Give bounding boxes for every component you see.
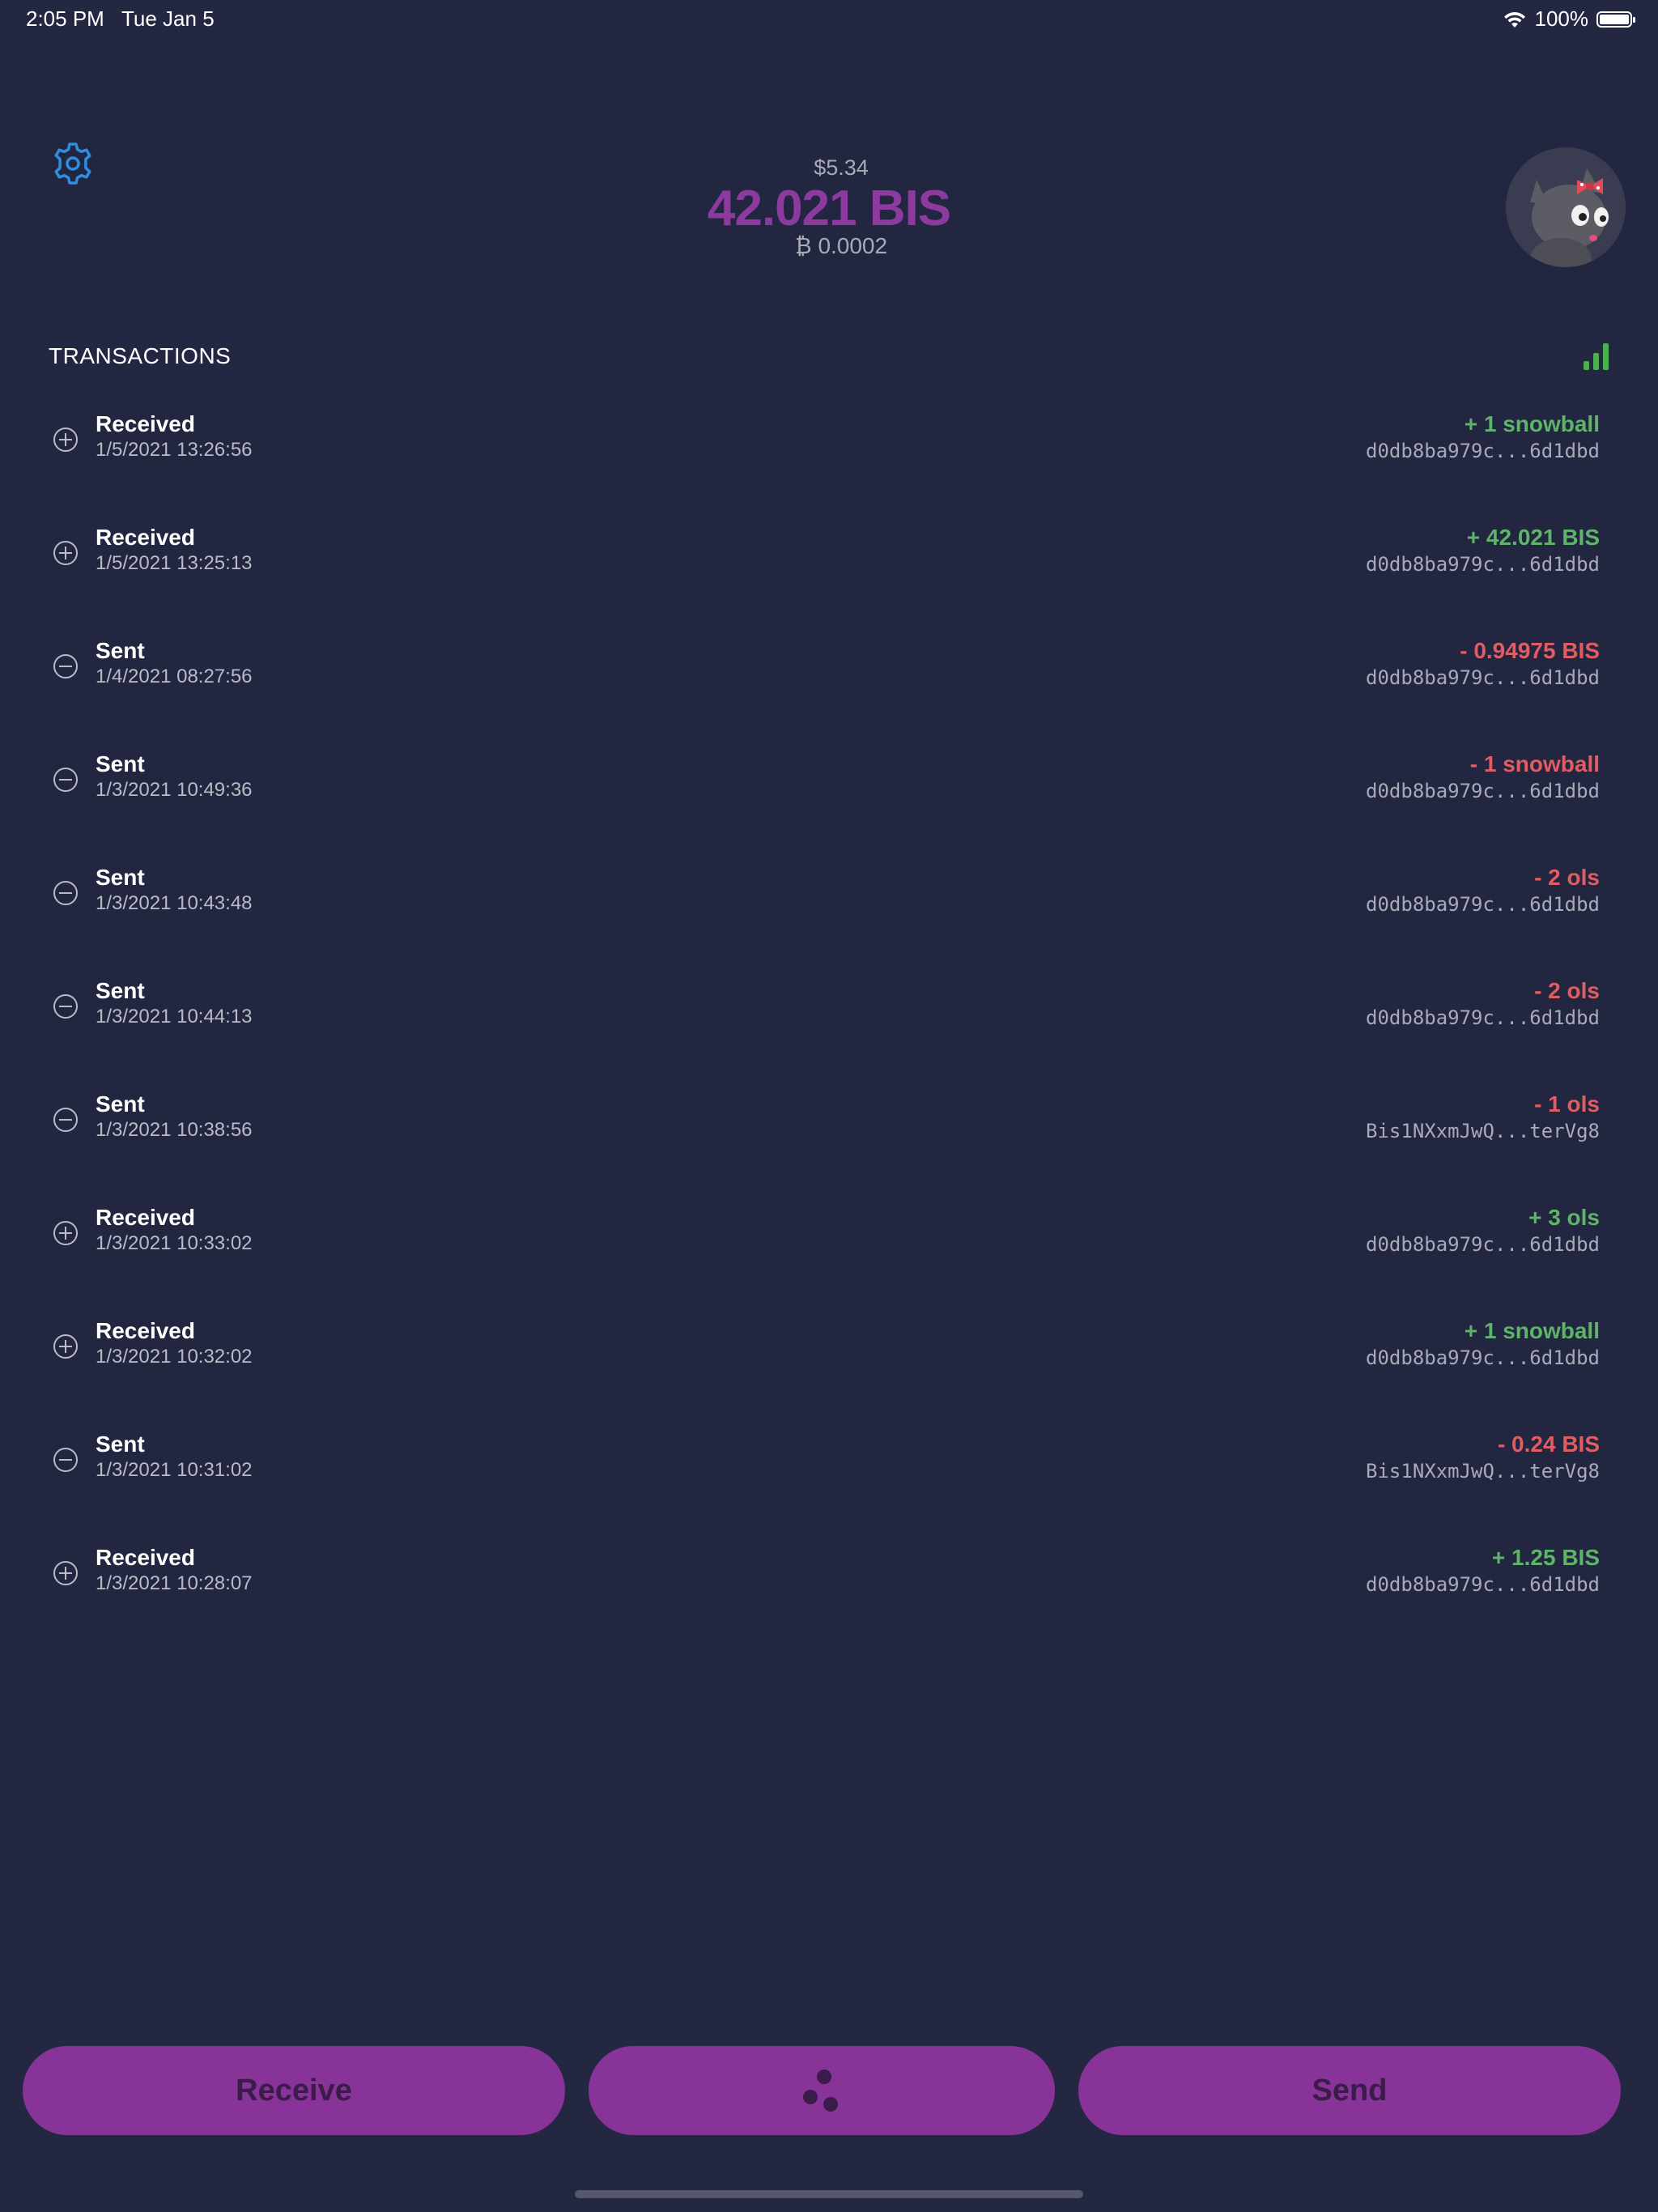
transaction-amount: + 3 ols [1528, 1205, 1600, 1230]
transaction-date: 1/5/2021 13:26:56 [96, 439, 253, 461]
transaction-row[interactable]: Sent 1/3/2021 10:38:56 - 1 ols Bis1NXxmJ… [21, 1069, 1637, 1169]
transaction-address: d0db8ba979c...6d1dbd [1366, 1573, 1600, 1596]
transaction-date: 1/3/2021 10:49:36 [96, 779, 253, 801]
status-time: 2:05 PM [26, 6, 104, 31]
plus-circle-icon [53, 428, 78, 452]
transaction-row[interactable]: Received 1/3/2021 10:32:02 + 1 snowball … [21, 1295, 1637, 1396]
transaction-row[interactable]: Received 1/3/2021 10:33:02 + 3 ols d0db8… [21, 1182, 1637, 1283]
receive-button[interactable]: Receive [23, 2046, 565, 2135]
transaction-address: d0db8ba979c...6d1dbd [1366, 780, 1600, 802]
transaction-address: d0db8ba979c...6d1dbd [1366, 1346, 1600, 1369]
transaction-address: d0db8ba979c...6d1dbd [1366, 666, 1600, 689]
transaction-row[interactable]: Received 1/5/2021 13:25:13 + 42.021 BIS … [21, 502, 1637, 602]
plus-circle-icon [53, 1221, 78, 1245]
minus-circle-icon [53, 654, 78, 678]
balance-card: $5.34 42.021 BIS ₿ 0.0002 [21, 112, 1637, 298]
cat-avatar-icon [1506, 147, 1626, 267]
balance-amount: 42.021 BIS [707, 181, 951, 236]
plus-circle-icon [53, 541, 78, 565]
transaction-row[interactable]: Received 1/5/2021 13:26:56 + 1 snowball … [21, 389, 1637, 489]
transaction-date: 1/4/2021 08:27:56 [96, 666, 253, 687]
transaction-type: Sent [96, 1091, 145, 1117]
transaction-row[interactable]: Received 1/3/2021 10:28:07 + 1.25 BIS d0… [21, 1522, 1637, 1623]
transaction-type: Sent [96, 978, 145, 1003]
transaction-address: d0db8ba979c...6d1dbd [1366, 893, 1600, 916]
transaction-type: Received [96, 1545, 195, 1570]
transaction-type: Sent [96, 638, 145, 663]
transaction-address: d0db8ba979c...6d1dbd [1366, 553, 1600, 576]
transaction-address: d0db8ba979c...6d1dbd [1366, 1233, 1600, 1256]
transaction-date: 1/3/2021 10:28:07 [96, 1572, 253, 1594]
transaction-type: Received [96, 525, 195, 550]
transaction-row[interactable]: Sent 1/3/2021 10:49:36 - 1 snowball d0db… [21, 729, 1637, 829]
status-date: Tue Jan 5 [121, 6, 215, 31]
minus-circle-icon [53, 994, 78, 1019]
transaction-type: Sent [96, 1431, 145, 1457]
avatar[interactable] [1506, 147, 1626, 267]
transactions-title: TRANSACTIONS [49, 343, 232, 368]
transaction-amount: - 0.24 BIS [1497, 1431, 1600, 1457]
plus-circle-icon [53, 1561, 78, 1585]
minus-circle-icon [53, 881, 78, 905]
transaction-type: Sent [96, 865, 145, 890]
transaction-amount: - 1 ols [1534, 1091, 1600, 1117]
transaction-amount: + 1 snowball [1464, 1318, 1600, 1343]
battery-icon [1596, 11, 1635, 28]
transaction-type: Received [96, 411, 195, 436]
transaction-row[interactable]: Sent 1/4/2021 08:27:56 - 0.94975 BIS d0d… [21, 615, 1637, 716]
transaction-type: Received [96, 1318, 195, 1343]
transaction-amount: - 2 ols [1534, 865, 1600, 890]
transaction-address: d0db8ba979c...6d1dbd [1366, 440, 1600, 462]
transaction-address: Bis1NXxmJwQ...terVg8 [1366, 1460, 1600, 1482]
chart-button[interactable] [1582, 342, 1611, 371]
transaction-amount: + 1 snowball [1464, 411, 1600, 436]
home-indicator[interactable] [575, 2190, 1083, 2198]
minus-circle-icon [53, 1448, 78, 1472]
balance-fiat: $5.34 [814, 155, 869, 180]
transaction-date: 1/3/2021 10:32:02 [96, 1346, 253, 1368]
transaction-amount: + 1.25 BIS [1491, 1545, 1600, 1570]
plus-circle-icon [53, 1334, 78, 1359]
transaction-date: 1/3/2021 10:31:02 [96, 1459, 253, 1481]
transaction-amount: - 2 ols [1534, 978, 1600, 1003]
transaction-type: Sent [96, 751, 145, 776]
bitcoin-icon: ₿ [794, 233, 812, 258]
transaction-date: 1/3/2021 10:38:56 [96, 1119, 253, 1141]
send-button[interactable]: Send [1078, 2046, 1621, 2135]
transaction-row[interactable]: Sent 1/3/2021 10:31:02 - 0.24 BIS Bis1NX… [21, 1409, 1637, 1509]
share-dots-icon [803, 2069, 838, 2112]
status-bar: 2:05 PM Tue Jan 5 100% [0, 0, 1658, 40]
transaction-date: 1/3/2021 10:43:48 [96, 892, 253, 914]
wifi-icon [1503, 11, 1525, 28]
transaction-type: Received [96, 1205, 195, 1230]
balance-btc-value: 0.0002 [818, 233, 888, 258]
transaction-date: 1/3/2021 10:33:02 [96, 1232, 253, 1254]
status-indicators: 100% [1503, 6, 1635, 32]
share-button[interactable] [589, 2046, 1055, 2135]
minus-circle-icon [53, 1108, 78, 1132]
transaction-amount: + 42.021 BIS [1466, 525, 1600, 550]
transaction-row[interactable]: Sent 1/3/2021 10:44:13 - 2 ols d0db8ba97… [21, 955, 1637, 1056]
transaction-date: 1/3/2021 10:44:13 [96, 1006, 253, 1027]
transaction-date: 1/5/2021 13:25:13 [96, 552, 253, 574]
transaction-address: d0db8ba979c...6d1dbd [1366, 1006, 1600, 1029]
battery-percent: 100% [1534, 6, 1589, 31]
balance-btc: ₿ 0.0002 [21, 233, 1637, 259]
minus-circle-icon [53, 768, 78, 792]
transaction-amount: - 0.94975 BIS [1460, 638, 1600, 663]
transaction-list: Received 1/5/2021 13:26:56 + 1 snowball … [21, 389, 1637, 1636]
transaction-amount: - 1 snowball [1469, 751, 1600, 776]
signal-bars-icon [1584, 343, 1609, 370]
transaction-row[interactable]: Sent 1/3/2021 10:43:48 - 2 ols d0db8ba97… [21, 842, 1637, 942]
transaction-address: Bis1NXxmJwQ...terVg8 [1366, 1120, 1600, 1142]
